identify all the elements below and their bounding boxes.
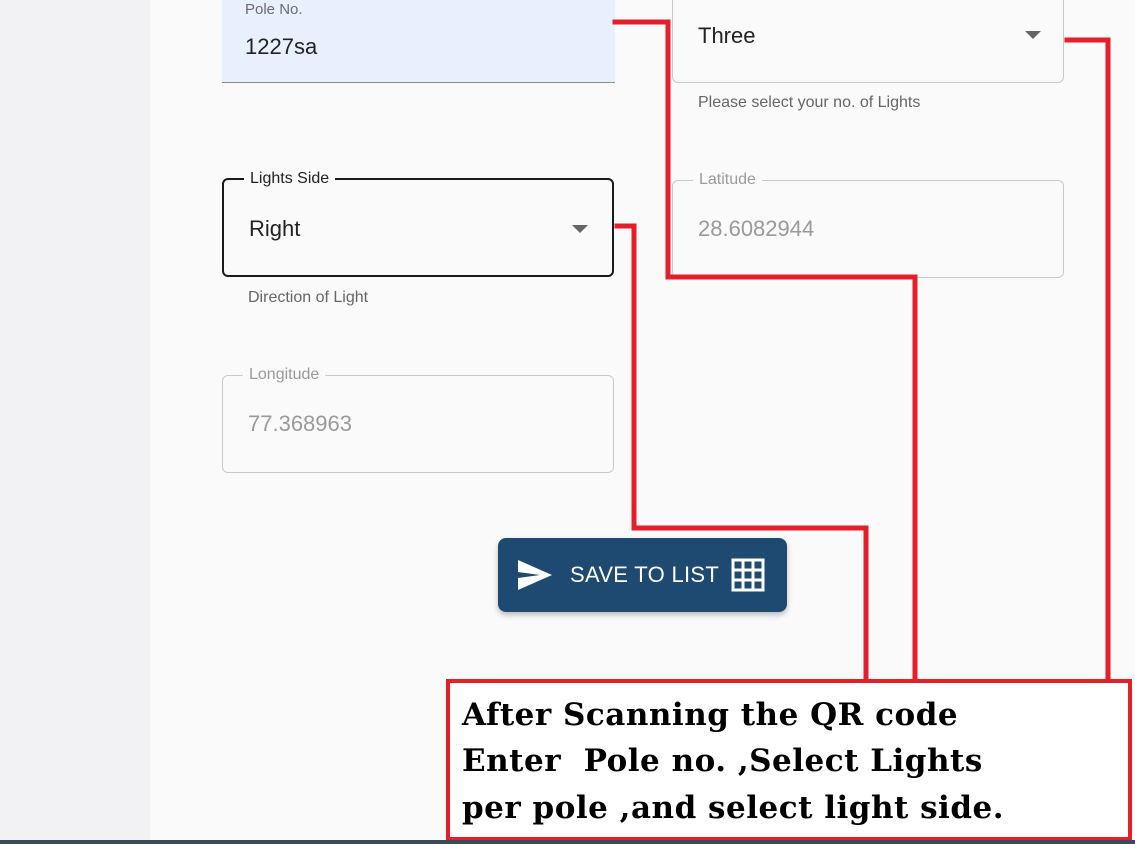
latitude-field: Latitude 28.6082944: [672, 170, 1064, 278]
lights-side-helper: Direction of Light: [248, 289, 369, 306]
lights-side-select[interactable]: Lights Side Right: [222, 169, 614, 277]
lights-side-label: Lights Side: [244, 169, 336, 189]
lights-side-value: Right: [249, 216, 301, 241]
bottom-bar: [0, 840, 1135, 844]
pole-no-field[interactable]: Pole No. 1227sa: [222, 0, 615, 83]
grid-icon: [731, 558, 765, 597]
annotation-callout: After Scanning the QR code Enter Pole no…: [446, 679, 1132, 841]
chevron-down-icon: [1025, 31, 1041, 39]
latitude-label: Latitude: [693, 170, 762, 190]
save-to-list-label: SAVE TO LIST: [570, 562, 720, 587]
longitude-label: Longitude: [243, 365, 326, 385]
longitude-field: Longitude 77.368963: [222, 365, 614, 473]
lights-count-select[interactable]: Three: [672, 0, 1064, 83]
left-sidebar: [0, 0, 150, 844]
send-icon: [516, 558, 554, 597]
annotation-line: After Scanning the QR code: [462, 697, 959, 733]
longitude-value: 77.368963: [248, 411, 352, 436]
latitude-value: 28.6082944: [698, 216, 815, 241]
lights-count-value: Three: [698, 23, 756, 48]
chevron-down-icon: [572, 225, 588, 233]
lights-count-helper: Please select your no. of Lights: [698, 94, 921, 111]
save-to-list-button[interactable]: SAVE TO LIST: [498, 538, 787, 612]
annotation-line: Enter Pole no. ,Select Lights: [462, 743, 983, 779]
pole-no-value: 1227sa: [245, 34, 318, 59]
annotation-line: per pole ,and select light side.: [462, 790, 1005, 826]
pole-no-label: Pole No.: [245, 1, 303, 18]
